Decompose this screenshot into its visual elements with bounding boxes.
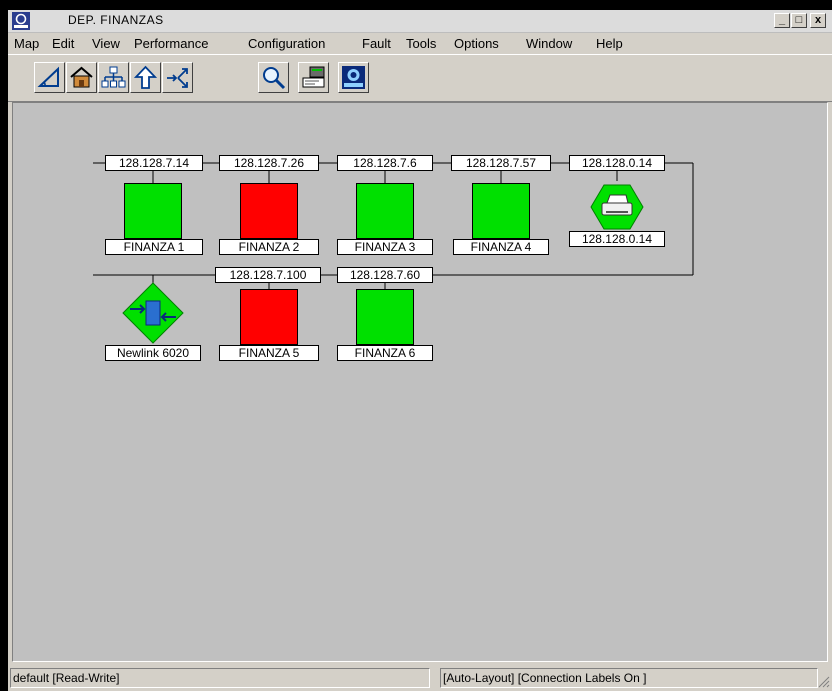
node-finanza-2[interactable] — [240, 183, 298, 239]
node-name-label: FINANZA 1 — [105, 239, 203, 255]
maximize-button[interactable]: □ — [791, 13, 807, 28]
toolbar — [8, 54, 832, 102]
minimize-button[interactable]: _ — [774, 13, 790, 28]
route-arrows-button[interactable] — [162, 62, 193, 93]
menu-window[interactable]: Window — [526, 36, 572, 51]
menu-performance[interactable]: Performance — [134, 36, 208, 51]
menu-edit[interactable]: Edit — [52, 36, 74, 51]
triangle-measure-button[interactable] — [34, 62, 65, 93]
node-name-label: FINANZA 6 — [337, 345, 433, 361]
hierarchy-button[interactable] — [98, 62, 129, 93]
ip-label: 128.128.7.6 — [337, 155, 433, 171]
hp-openview-button[interactable] — [338, 62, 369, 93]
ip-label: 128.128.7.57 — [451, 155, 551, 171]
window-title: DEP. FINANZAS — [68, 13, 164, 27]
node-finanza-4[interactable] — [472, 183, 530, 239]
app-icon[interactable] — [12, 12, 30, 30]
status-layout: [Auto-Layout] [Connection Labels On ] — [440, 668, 818, 688]
node-finanza-5[interactable] — [240, 289, 298, 345]
device-card-icon — [302, 66, 325, 88]
home-button[interactable] — [66, 62, 97, 93]
home-icon — [70, 66, 93, 88]
menu-help[interactable]: Help — [596, 36, 623, 51]
magnifier-icon — [263, 67, 286, 90]
hp-openview-icon — [342, 66, 365, 89]
menu-view[interactable]: View — [92, 36, 120, 51]
node-name-label: 128.128.0.14 — [569, 231, 665, 247]
status-mode: default [Read-Write] — [10, 668, 430, 688]
node-name-label: FINANZA 5 — [219, 345, 319, 361]
up-arrow-button[interactable] — [130, 62, 161, 93]
triangle-measure-icon — [37, 66, 59, 87]
node-finanza-3[interactable] — [356, 183, 414, 239]
switch-node[interactable] — [122, 282, 184, 344]
route-arrows-icon — [167, 68, 188, 88]
ip-label: 128.128.0.14 — [569, 155, 665, 171]
node-name-label: FINANZA 4 — [453, 239, 549, 255]
status-bar: default [Read-Write] [Auto-Layout] [Conn… — [8, 664, 832, 691]
menu-fault[interactable]: Fault — [362, 36, 391, 51]
menu-tools[interactable]: Tools — [406, 36, 436, 51]
device-card-button[interactable] — [298, 62, 329, 93]
ip-label: 128.128.7.26 — [219, 155, 319, 171]
printer-node[interactable] — [590, 184, 644, 230]
node-name-label: Newlink 6020 — [105, 345, 201, 361]
ip-label: 128.128.7.60 — [337, 267, 433, 283]
map-window: DEP. FINANZAS _ □ x Map Edit View Perfor… — [8, 10, 832, 691]
network-map-canvas[interactable]: 128.128.7.14 128.128.7.26 128.128.7.6 12… — [12, 102, 828, 662]
menu-options[interactable]: Options — [454, 36, 499, 51]
ip-label: 128.128.7.14 — [105, 155, 203, 171]
ip-label: 128.128.7.100 — [215, 267, 321, 283]
hierarchy-icon — [101, 66, 126, 88]
node-name-label: FINANZA 2 — [219, 239, 319, 255]
menu-configuration[interactable]: Configuration — [248, 36, 325, 51]
node-finanza-1[interactable] — [124, 183, 182, 239]
node-name-label: FINANZA 3 — [337, 239, 433, 255]
title-bar[interactable]: DEP. FINANZAS _ □ x — [8, 10, 832, 33]
node-finanza-6[interactable] — [356, 289, 414, 345]
close-button[interactable]: x — [810, 13, 826, 28]
up-arrow-icon — [133, 65, 158, 89]
resize-grip-icon[interactable] — [818, 676, 830, 688]
menu-bar: Map Edit View Performance Configuration … — [8, 33, 832, 53]
menu-map[interactable]: Map — [14, 36, 39, 51]
search-button[interactable] — [258, 62, 289, 93]
